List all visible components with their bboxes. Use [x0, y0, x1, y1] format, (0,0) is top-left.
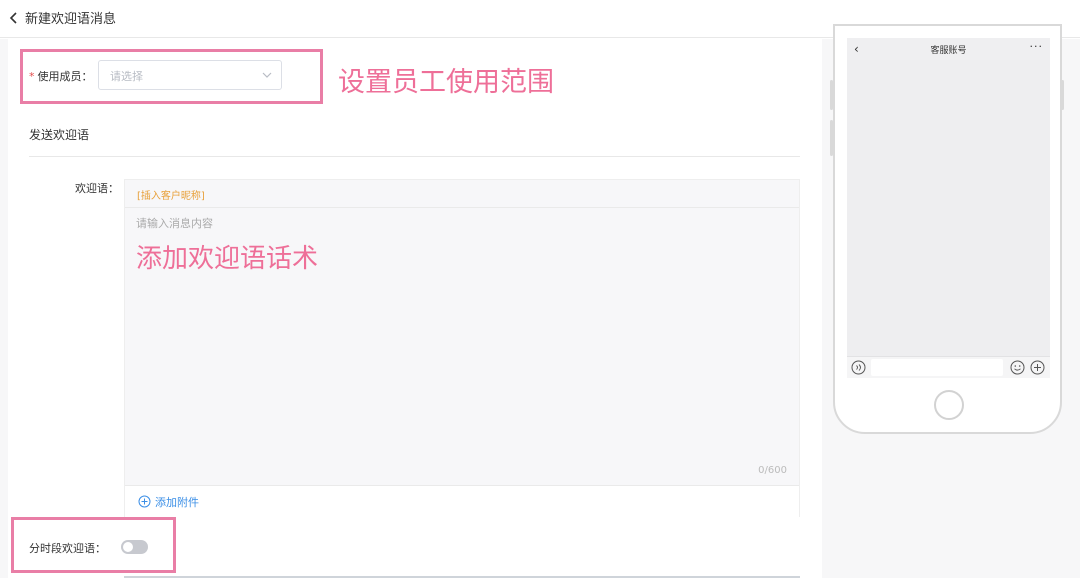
back-button[interactable]: 新建欢迎语消息 [8, 8, 116, 27]
phone-home-button[interactable] [934, 390, 964, 420]
chevron-left-icon [9, 11, 17, 24]
editor-toolbar: [插入客户昵称] [125, 180, 799, 208]
phone-input-bar [847, 356, 1050, 378]
plus-circle-icon[interactable] [1030, 360, 1045, 375]
phone-header: ‹ 客服账号 ··· [847, 38, 1050, 60]
voice-icon[interactable] [851, 360, 866, 375]
page-title: 新建欢迎语消息 [25, 12, 117, 27]
phone-preview: ‹ 客服账号 ··· [833, 24, 1062, 434]
section-title: 发送欢迎语 [29, 128, 90, 142]
insert-nickname-button[interactable]: [插入客户昵称] [137, 187, 205, 202]
members-annotation-text: 设置员工使用范围 [338, 67, 554, 98]
phone-screen: ‹ 客服账号 ··· [847, 38, 1050, 378]
emoji-icon[interactable] [1010, 360, 1025, 375]
plus-circle-icon [138, 495, 151, 508]
add-attachment-label: 添加附件 [155, 495, 199, 509]
char-counter: 0/600 [758, 465, 787, 476]
add-attachment-button[interactable]: 添加附件 [125, 485, 799, 517]
welcome-textarea-placeholder[interactable]: 请输入消息内容 [136, 215, 213, 231]
phone-title: 客服账号 [930, 46, 967, 56]
welcome-label: 欢迎语： [75, 182, 119, 195]
welcome-editor[interactable]: [插入客户昵称] 请输入消息内容 0/600 添加附件 [124, 179, 800, 517]
phone-more-button[interactable]: ··· [1030, 40, 1044, 53]
members-annotation-box [20, 49, 323, 104]
divider [29, 156, 800, 157]
phone-message-input[interactable] [871, 359, 1003, 376]
time-slot-annotation-box [11, 517, 176, 573]
welcome-annotation-text: 添加欢迎语话术 [136, 244, 319, 274]
